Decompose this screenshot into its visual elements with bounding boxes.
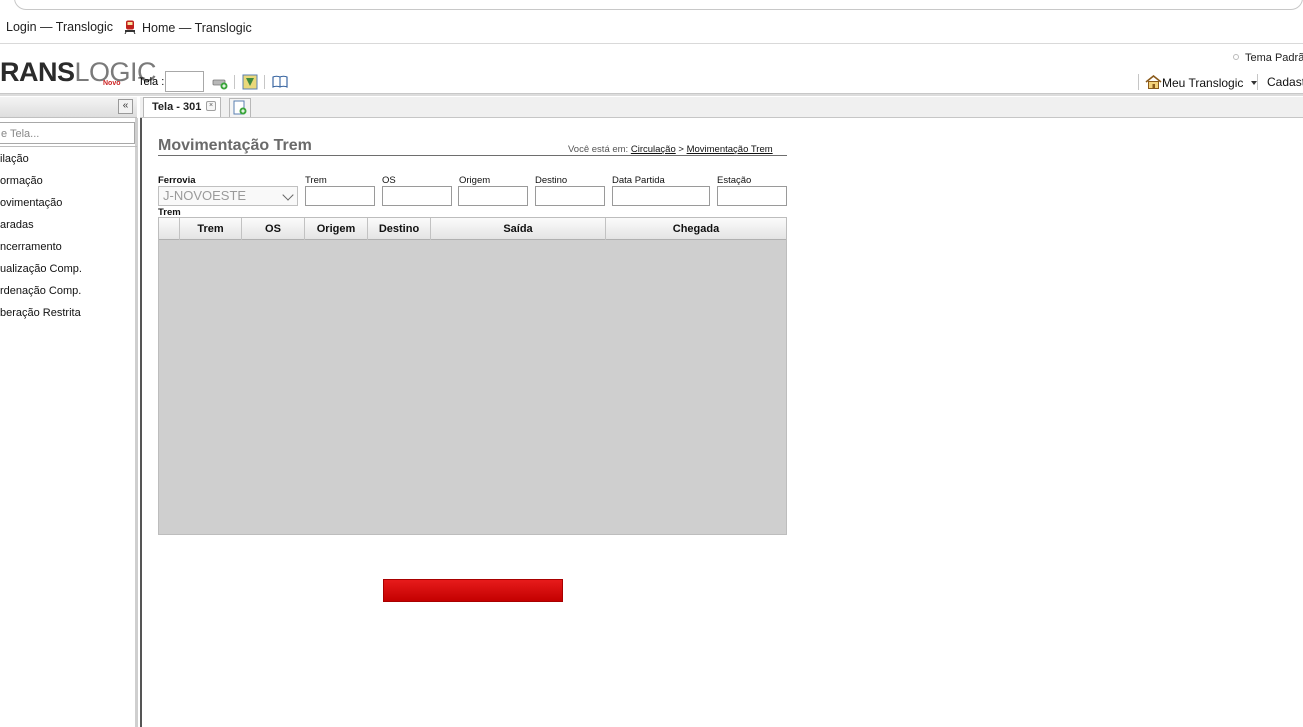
breadcrumb: Você está em: Circulação > Movimentação … bbox=[568, 144, 773, 155]
header-separator bbox=[1138, 74, 1139, 90]
theme-radio-icon bbox=[1233, 54, 1239, 60]
sidebar-item-liberacao-restrita[interactable]: beração Restrita bbox=[0, 307, 81, 319]
logo-subtitle: Novo bbox=[103, 80, 121, 87]
translogic-logo[interactable]: RANSLOGIC bbox=[0, 57, 157, 87]
new-tab-button[interactable] bbox=[229, 98, 251, 117]
ferrovia-label: Ferrovia bbox=[158, 175, 196, 186]
header-divider bbox=[0, 93, 1303, 96]
destino-label: Destino bbox=[535, 175, 568, 186]
meu-translogic-label: Meu Translogic bbox=[1162, 76, 1244, 90]
red-action-button[interactable] bbox=[383, 579, 563, 602]
column-header-trem[interactable]: Trem bbox=[180, 218, 242, 240]
header-separator bbox=[234, 75, 235, 89]
column-header-select[interactable] bbox=[159, 218, 180, 240]
page-title: Movimentação Trem bbox=[158, 137, 312, 154]
bookmark-home-label: Home — Translogic bbox=[142, 21, 252, 35]
logo-bold-text: RANS bbox=[0, 57, 75, 87]
destino-input[interactable] bbox=[535, 186, 605, 206]
side-divider bbox=[0, 146, 137, 147]
address-bar-area bbox=[0, 0, 1303, 11]
close-icon[interactable]: × bbox=[206, 101, 216, 111]
new-page-icon bbox=[233, 100, 247, 115]
chevron-down-icon bbox=[1250, 81, 1257, 85]
trem-input[interactable] bbox=[305, 186, 375, 206]
grid-header: Trem OS Origem Destino Saída Chegada bbox=[159, 218, 786, 240]
os-input[interactable] bbox=[382, 186, 452, 206]
train-icon bbox=[124, 20, 136, 34]
ferrovia-selected-value: J-NOVOESTE bbox=[163, 188, 247, 203]
trem-label: Trem bbox=[305, 175, 327, 186]
breadcrumb-circulacao[interactable]: Circulação bbox=[631, 144, 676, 155]
sidebar-item-circulacao[interactable]: ilação bbox=[0, 153, 29, 165]
column-header-os[interactable]: OS bbox=[242, 218, 305, 240]
app-header: RANSLOGIC Novo Tela : Tema Padrã Meu Tra… bbox=[0, 45, 1303, 95]
sidebar-item-formacao[interactable]: ormação bbox=[0, 175, 43, 187]
address-bar[interactable] bbox=[14, 0, 1303, 10]
chevron-down-icon bbox=[282, 189, 294, 201]
breadcrumb-separator: > bbox=[678, 144, 684, 155]
favorites-icon[interactable] bbox=[242, 74, 258, 90]
sidebar-item-encerramento[interactable]: ncerramento bbox=[0, 241, 62, 253]
tela-label: Tela : bbox=[138, 76, 165, 88]
breadcrumb-prefix: Você está em: bbox=[568, 144, 629, 155]
header-separator bbox=[264, 75, 265, 89]
home-icon bbox=[1145, 74, 1162, 89]
data-partida-label: Data Partida bbox=[612, 175, 665, 186]
sidebar-item-movimentacao[interactable]: ovimentação bbox=[0, 197, 62, 209]
column-header-destino[interactable]: Destino bbox=[368, 218, 431, 240]
bookmark-login-label: Login — Translogic bbox=[6, 20, 114, 34]
side-panel: e Tela... ilação ormação ovimentação ara… bbox=[0, 118, 138, 727]
bookmark-login[interactable]: Login — Translogic bbox=[6, 20, 113, 34]
go-screen-icon[interactable] bbox=[212, 74, 228, 90]
theme-selector[interactable]: Tema Padrã bbox=[1233, 52, 1303, 64]
main-border bbox=[140, 118, 142, 727]
estacao-input[interactable] bbox=[717, 186, 787, 206]
meu-translogic-menu[interactable]: Meu Translogic bbox=[1145, 74, 1257, 90]
theme-label: Tema Padrã bbox=[1245, 52, 1303, 64]
breadcrumb-movimentacao-trem[interactable]: Movimentação Trem bbox=[687, 144, 773, 155]
column-header-origem[interactable]: Origem bbox=[305, 218, 368, 240]
title-underline bbox=[158, 155, 787, 156]
cadastro-menu[interactable]: Cadast bbox=[1267, 75, 1303, 89]
tela-input[interactable] bbox=[165, 71, 204, 92]
bookmarks-bar: Login — Translogic Home — Translogic bbox=[0, 11, 1303, 44]
origem-input[interactable] bbox=[458, 186, 528, 206]
sidebar-item-paradas[interactable]: aradas bbox=[0, 219, 34, 231]
ferrovia-select[interactable]: J-NOVOESTE bbox=[158, 186, 298, 206]
estacao-label: Estação bbox=[717, 175, 752, 186]
side-panel-header bbox=[0, 97, 137, 118]
data-partida-input[interactable] bbox=[612, 186, 710, 206]
sidebar-item-ordenacao-comp[interactable]: rdenação Comp. bbox=[0, 285, 81, 297]
tab-label: Tela - 301 bbox=[152, 101, 202, 113]
os-label: OS bbox=[382, 175, 396, 186]
column-header-saida[interactable]: Saída bbox=[431, 218, 606, 240]
manual-book-icon[interactable] bbox=[272, 74, 288, 90]
tab-bar bbox=[140, 97, 1303, 118]
column-header-chegada[interactable]: Chegada bbox=[606, 218, 786, 240]
screen-search-input[interactable]: e Tela... bbox=[0, 122, 135, 144]
collapse-panel-button[interactable]: « bbox=[118, 99, 133, 114]
origem-label: Origem bbox=[459, 175, 491, 186]
sidebar-item-atualizacao-comp[interactable]: ualização Comp. bbox=[0, 263, 82, 275]
header-separator bbox=[1257, 74, 1258, 90]
trains-grid: Trem OS Origem Destino Saída Chegada bbox=[158, 217, 787, 535]
bookmark-home[interactable]: Home — Translogic bbox=[124, 20, 252, 35]
